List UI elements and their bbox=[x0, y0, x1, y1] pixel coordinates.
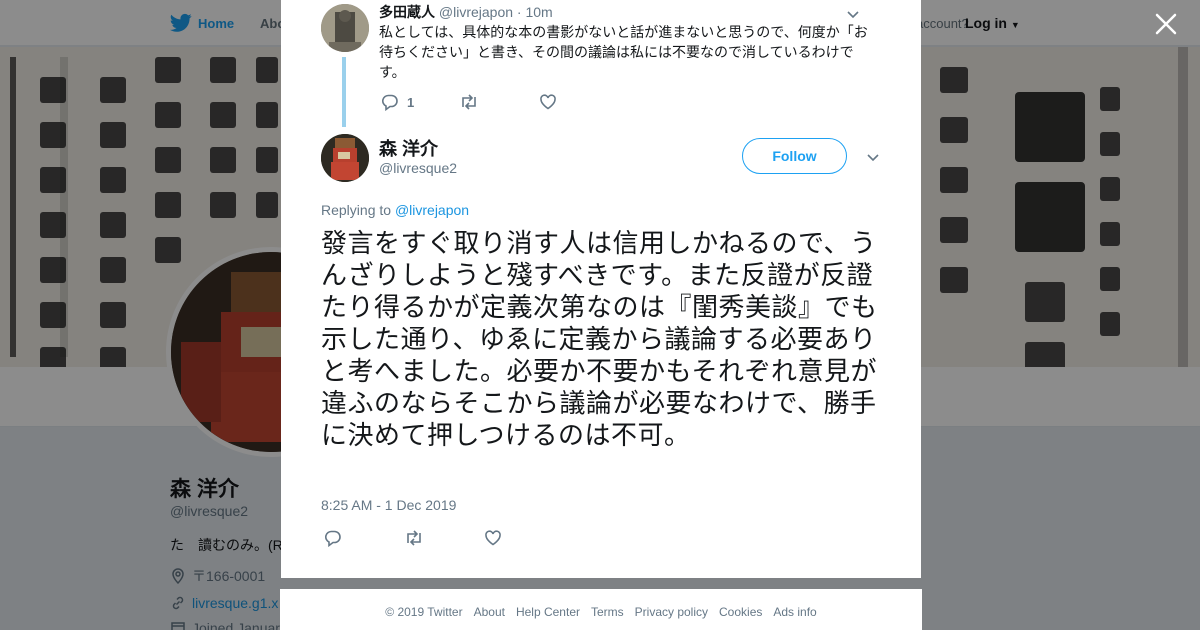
reply-count: 1 bbox=[407, 94, 415, 110]
main-tweet-name[interactable]: 森 洋介 bbox=[379, 135, 438, 161]
replying-to: Replying to @livrejapon bbox=[321, 202, 469, 218]
context-tweet-time[interactable]: · 10m bbox=[517, 4, 553, 20]
footer: © 2019 Twitter About Help Center Terms P… bbox=[280, 589, 922, 630]
main-tweet-handle[interactable]: @livresque2 bbox=[379, 160, 457, 176]
chevron-down-icon[interactable] bbox=[865, 149, 881, 165]
context-tweet-actions: 1 bbox=[381, 93, 557, 111]
main-tweet-avatar[interactable] bbox=[321, 134, 369, 182]
retweet-icon bbox=[407, 530, 421, 546]
like-button[interactable] bbox=[484, 529, 502, 547]
footer-link-cookies[interactable]: Cookies bbox=[719, 605, 762, 619]
context-tweet-handle[interactable]: @livrejapon bbox=[439, 4, 513, 20]
tweet-modal: 多田蔵人 @livrejapon · 10m 私としては、具体的な本の書影がない… bbox=[281, 0, 921, 578]
close-icon[interactable] bbox=[1154, 12, 1178, 36]
context-tweet-header: 多田蔵人 @livrejapon · 10m bbox=[379, 2, 553, 22]
like-button[interactable] bbox=[539, 93, 557, 111]
reply-icon bbox=[325, 530, 341, 547]
main-tweet-timestamp[interactable]: 8:25 AM - 1 Dec 2019 bbox=[321, 497, 456, 513]
replying-to-link[interactable]: @livrejapon bbox=[395, 202, 469, 218]
retweet-icon bbox=[462, 94, 476, 110]
footer-link-about[interactable]: About bbox=[474, 605, 505, 619]
context-tweet-name[interactable]: 多田蔵人 bbox=[379, 4, 435, 20]
retweet-button[interactable] bbox=[404, 529, 484, 547]
reply-button[interactable] bbox=[324, 529, 404, 547]
reply-button[interactable]: 1 bbox=[381, 93, 459, 111]
main-tweet-text: 發言をすぐ取り消す人は信用しかねるので、うんざりしようと殘すべきです。また反證が… bbox=[321, 229, 878, 451]
reply-icon bbox=[382, 94, 398, 111]
context-tweet-avatar[interactable] bbox=[321, 4, 369, 52]
footer-link-privacy[interactable]: Privacy policy bbox=[635, 605, 708, 619]
footer-link-help-center[interactable]: Help Center bbox=[516, 605, 580, 619]
context-tweet-text: 私としては、具体的な本の書影がないと話が進まないと思うので、何度か「お待ちくださ… bbox=[379, 24, 868, 80]
footer-copyright: © 2019 Twitter bbox=[385, 604, 463, 619]
avatar-statue-image bbox=[321, 4, 369, 52]
avatar-librarian-image bbox=[321, 134, 369, 182]
heart-icon bbox=[540, 94, 556, 110]
thread-connector bbox=[342, 57, 346, 127]
chevron-down-icon[interactable] bbox=[845, 6, 861, 22]
retweet-button[interactable] bbox=[459, 93, 539, 111]
footer-link-ads-info[interactable]: Ads info bbox=[773, 605, 816, 619]
heart-icon bbox=[485, 530, 501, 546]
follow-button[interactable]: Follow bbox=[742, 138, 847, 174]
footer-link-terms[interactable]: Terms bbox=[591, 605, 624, 619]
main-tweet-actions bbox=[324, 529, 502, 547]
replying-to-prefix: Replying to bbox=[321, 202, 392, 218]
